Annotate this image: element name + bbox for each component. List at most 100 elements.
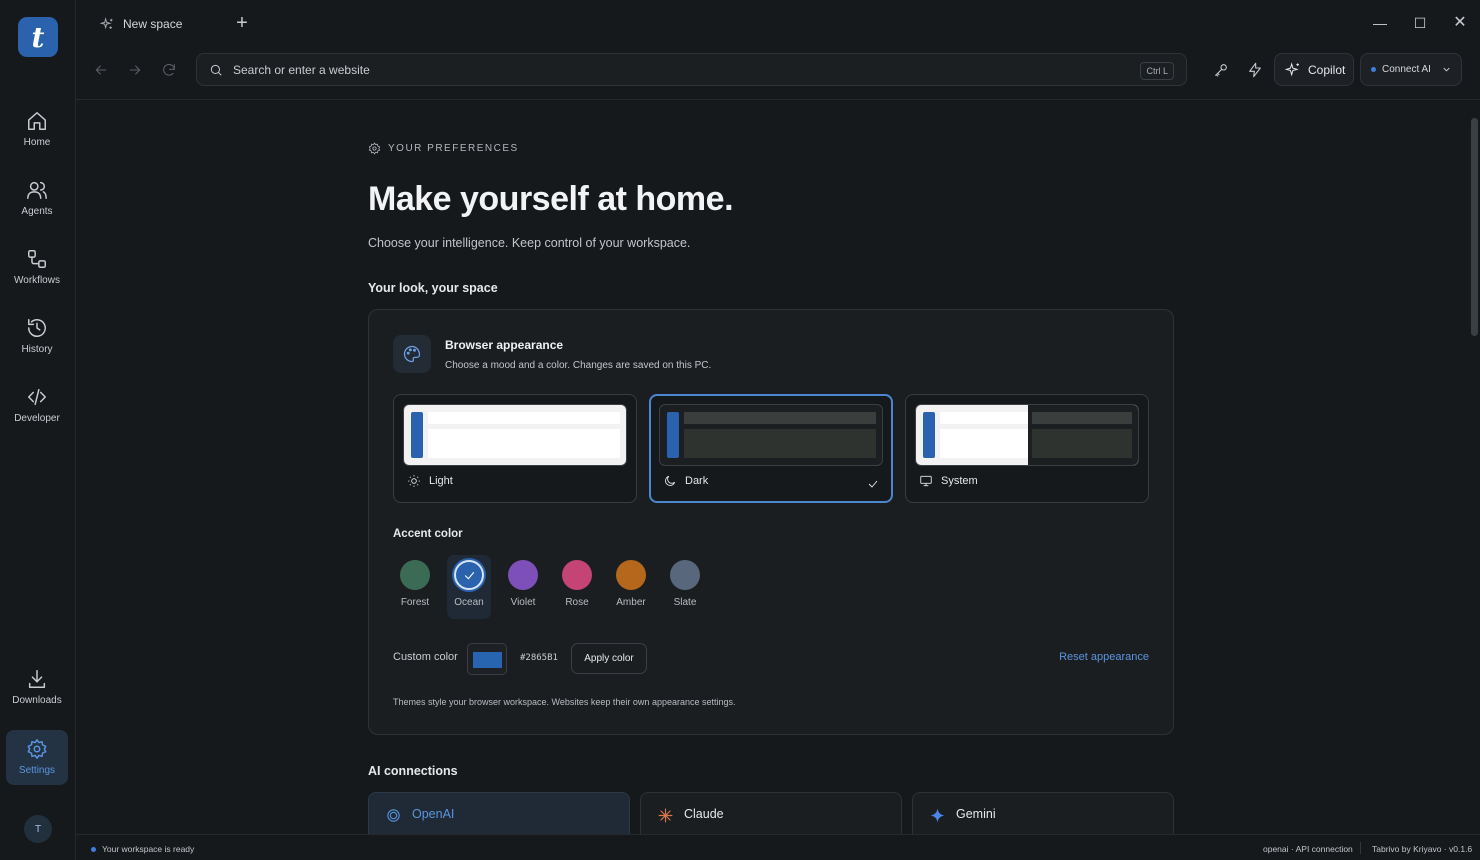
custom-color-picker[interactable] [467,643,507,675]
settings-page: YOUR PREFERENCES Make yourself at home. … [76,100,1480,834]
lightning-icon [1249,62,1261,78]
accent-ocean[interactable]: Ocean [447,555,491,619]
section-title-ai: AI connections [368,764,458,778]
accent-ocean-circle [454,560,484,590]
arrow-left-icon [95,65,107,75]
title-bar: New space + — ☐ ✕ [76,0,1480,46]
status-dot [91,846,96,852]
address-bar[interactable]: Ctrl L [196,53,1187,86]
accent-slate-circle [670,560,700,590]
close-window-button[interactable]: ✕ [1448,12,1472,34]
avatar-initial: T [34,823,42,835]
nav-home-label: Home [23,137,51,148]
logo-letter: t [31,20,45,54]
page-subtitle: Choose your intelligence. Keep control o… [368,236,691,250]
accent-forest-label: Forest [400,597,430,608]
connect-ai-label: Connect AI [1382,64,1431,75]
gear-icon [368,142,381,155]
scrollbar-thumb[interactable] [1471,118,1478,336]
ai-openai-label: OpenAI [412,807,455,821]
accent-violet[interactable]: Violet [501,555,545,619]
search-input[interactable] [233,61,1113,79]
dark-preview [659,404,883,466]
search-icon [210,64,222,76]
mode-dark-text: Dark [685,475,709,487]
nav-settings[interactable]: Settings [6,730,68,785]
reset-appearance-link[interactable]: Reset appearance [1059,651,1149,663]
code-icon [28,388,46,406]
nav-agents-label: Agents [21,206,53,217]
back-button[interactable] [89,58,113,82]
home-icon [28,112,46,130]
accent-rose-label: Rose [565,597,589,608]
mode-light[interactable]: Light [393,394,637,503]
accent-violet-label: Violet [510,597,536,608]
reload-icon [163,63,175,76]
ai-gemini-label: Gemini [956,807,996,821]
eyebrow: YOUR PREFERENCES [368,142,519,155]
accent-slate-label: Slate [673,597,697,608]
minimize-button[interactable]: — [1368,12,1392,34]
appearance-footnote: Themes style your browser workspace. Web… [393,697,736,707]
mode-system-text: System [941,475,978,487]
openai-icon [387,809,400,822]
toolbar: Ctrl L Copilot Connect AI [76,46,1480,100]
nav-downloads[interactable]: Downloads [6,664,68,720]
connect-ai-dropdown[interactable]: Connect AI [1360,53,1462,86]
tab-new-space[interactable]: New space [96,10,224,38]
mode-system[interactable]: System [905,394,1149,503]
actions-button[interactable] [1243,58,1267,82]
forward-button[interactable] [123,58,147,82]
download-icon [28,670,46,688]
status-version: Tabrivo by Kriyavo · v0.1.6 [1372,844,1473,854]
nav-history-label: History [21,344,53,355]
ai-claude[interactable]: Claude [640,792,902,834]
check-icon [464,571,474,580]
nav-workflows[interactable]: Workflows [6,244,68,300]
nav-downloads-label: Downloads [12,695,62,706]
accent-title: Accent color [393,528,463,540]
light-preview [403,404,627,466]
appearance-card: Browser appearance Choose a mood and a c… [368,309,1174,735]
app-logo[interactable]: t [18,17,58,57]
nav-settings-label: Settings [18,765,56,776]
selected-check [867,477,879,489]
new-tab-button[interactable]: + [232,12,252,34]
status-divider [1360,842,1361,854]
nav-home[interactable]: Home [6,106,68,162]
palette-tile [393,335,431,373]
reload-button[interactable] [157,58,181,82]
users-icon [27,181,47,199]
status-connection: openai · API connection [1263,844,1353,854]
avatar[interactable]: T [24,815,52,843]
accent-amber-label: Amber [616,597,646,608]
custom-color-hex: #2865B1 [520,653,558,663]
arrow-right-icon [129,65,141,75]
passwords-button[interactable] [1209,58,1233,82]
accent-rose[interactable]: Rose [555,555,599,619]
copilot-label: Copilot [1308,62,1346,77]
copilot-button[interactable]: Copilot [1274,53,1354,86]
key-icon [1215,64,1227,77]
ai-openai[interactable]: OpenAI [368,792,630,834]
ai-claude-label: Claude [684,807,724,821]
nav-history[interactable]: History [6,313,68,369]
page-title: Make yourself at home. [368,180,734,218]
mode-light-text: Light [429,475,453,487]
mode-dark[interactable]: Dark [649,394,893,503]
accent-amber[interactable]: Amber [609,555,653,619]
status-bar: Your workspace is ready openai · API con… [76,834,1480,860]
mode-dark-label: Dark [663,474,708,488]
nav-agents[interactable]: Agents [6,175,68,231]
check-icon [868,480,878,488]
palette-icon [403,345,421,363]
custom-color-label: Custom color [393,651,458,663]
ai-gemini[interactable]: Gemini [912,792,1174,834]
nav-developer[interactable]: Developer [6,382,68,438]
maximize-button[interactable]: ☐ [1408,12,1432,34]
sparkle-icon [100,16,113,29]
accent-slate[interactable]: Slate [663,555,707,619]
accent-forest[interactable]: Forest [393,555,437,619]
history-icon [28,319,46,337]
apply-color-button[interactable]: Apply color [571,643,647,674]
